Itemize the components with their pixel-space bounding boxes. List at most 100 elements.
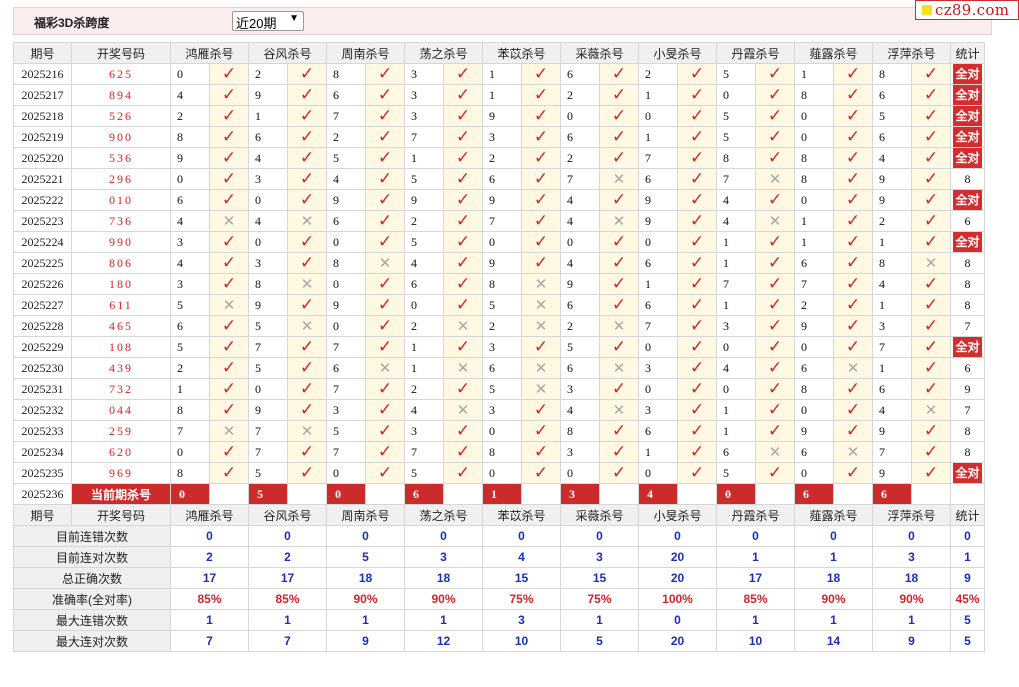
result-cell: ✕ (287, 420, 327, 442)
kill-number: 6 (560, 357, 600, 379)
check-icon: ✓ (377, 106, 393, 126)
check-icon: ✓ (611, 106, 627, 126)
result-cell: ✓ (599, 378, 639, 400)
result-cell: ✓ (599, 294, 639, 316)
kill-number: 4 (560, 399, 600, 421)
stats-value: 1 (716, 546, 795, 568)
kill-number: 5 (404, 168, 444, 190)
result-cell: ✓ (599, 105, 639, 127)
table-row: 2025225 806 4 ✓ 3 ✓ 8 ✕ 4 ✓ 9 ✓ 4 ✓ 6 ✓ 1 ✓ 6 ✓ 8 ✕ 8 (13, 252, 985, 274)
stat-cell: 全对 (950, 231, 985, 253)
stats-value: 5 (560, 630, 639, 652)
result-cell: ✓ (365, 462, 405, 484)
result-cell: ✓ (677, 378, 717, 400)
chevron-down-icon: ▼ (289, 13, 299, 24)
result-cell: ✓ (599, 441, 639, 463)
kill-number: 1 (872, 357, 912, 379)
stats-value: 0 (794, 525, 873, 547)
draw-number: 900 (71, 126, 171, 148)
result-cell: ✓ (677, 294, 717, 316)
stats-row: 总正确次数 17 17 18 18 15 15 20 17 18 18 9 (13, 567, 985, 589)
check-icon: ✓ (689, 421, 705, 441)
stat-cell: 全对 (950, 462, 985, 484)
current-kill-number: 5 (248, 483, 288, 505)
table-row: 2025228 465 6 ✓ 5 ✕ 0 ✓ 2 ✕ 2 ✕ 2 ✕ 7 ✓ 3 ✓ 9 ✓ 3 ✓ 7 (13, 315, 985, 337)
check-icon: ✓ (689, 148, 705, 168)
draw-number: 736 (71, 210, 171, 232)
table-row: 2025222 010 6 ✓ 0 ✓ 9 ✓ 9 ✓ 9 ✓ 4 ✓ 9 ✓ 4 ✓ 0 ✓ 9 ✓ 全对 (13, 189, 985, 211)
result-cell: ✓ (287, 168, 327, 190)
result-cell: ✓ (677, 399, 717, 421)
result-cell: ✓ (755, 147, 795, 169)
result-cell: ✓ (365, 147, 405, 169)
period-number: 2025226 (13, 273, 72, 295)
check-icon: ✓ (845, 400, 861, 420)
cross-icon: ✕ (534, 296, 548, 314)
kill-number: 4 (872, 273, 912, 295)
stats-value: 15 (482, 567, 561, 589)
result-cell: ✓ (365, 441, 405, 463)
check-icon: ✓ (533, 442, 549, 462)
current-period-row: 2025236 当前期杀号 0 5 0 6 1 3 4 0 6 6 (13, 483, 985, 505)
kill-number: 2 (872, 210, 912, 232)
table-row: 2025232 044 8 ✓ 9 ✓ 3 ✓ 4 ✕ 3 ✓ 4 ✕ 3 ✓ 1 ✓ 0 ✓ 4 ✕ 7 (13, 399, 985, 421)
site-logo[interactable]: cz89.com (915, 0, 1019, 20)
all-correct-badge: 全对 (953, 127, 982, 147)
kill-number: 9 (560, 273, 600, 295)
result-cell: ✓ (443, 441, 483, 463)
result-cell: ✕ (521, 357, 561, 379)
kill-number: 8 (482, 441, 522, 463)
result-cell: ✓ (287, 357, 327, 379)
kill-number: 0 (170, 168, 210, 190)
result-cell: ✓ (443, 63, 483, 85)
check-icon: ✓ (221, 358, 237, 378)
check-icon: ✓ (767, 316, 783, 336)
result-cell: ✓ (755, 189, 795, 211)
kill-number: 3 (560, 378, 600, 400)
check-icon: ✓ (299, 106, 315, 126)
stat-cell: 8 (950, 252, 985, 274)
kill-number: 7 (170, 420, 210, 442)
check-icon: ✓ (611, 463, 627, 483)
stats-value: 0 (170, 525, 249, 547)
check-icon: ✓ (923, 85, 939, 105)
result-cell: ✓ (209, 441, 249, 463)
kill-number: 1 (794, 210, 834, 232)
draw-number: 296 (71, 168, 171, 190)
result-cell: ✓ (833, 252, 873, 274)
result-cell: ✓ (209, 336, 249, 358)
kill-number: 4 (248, 210, 288, 232)
check-icon: ✓ (221, 379, 237, 399)
cross-icon: ✕ (456, 401, 470, 419)
check-icon: ✓ (533, 253, 549, 273)
result-cell: ✕ (443, 357, 483, 379)
correct-count: 7 (964, 318, 971, 333)
stat-cell: 8 (950, 273, 985, 295)
kill-number: 6 (794, 357, 834, 379)
kill-number: 2 (404, 210, 444, 232)
result-cell: ✓ (443, 189, 483, 211)
check-icon: ✓ (299, 232, 315, 252)
result-cell: ✓ (287, 252, 327, 274)
column-header: 期号 (13, 42, 72, 64)
result-cell: ✓ (443, 168, 483, 190)
correct-count: 9 (964, 381, 971, 396)
header-row: 期号 开奖号码 鸿雁杀号 谷风杀号 周南杀号 荡之杀号 苯苡杀号 采薇杀号 小旻杀号 丹霞杀号 薤露… (13, 42, 985, 64)
kill-number: 9 (872, 462, 912, 484)
current-empty-cell (755, 483, 795, 505)
check-icon: ✓ (689, 190, 705, 210)
result-cell: ✓ (599, 336, 639, 358)
check-icon: ✓ (377, 85, 393, 105)
column-header: 谷风杀号 (248, 42, 327, 64)
result-cell: ✕ (521, 315, 561, 337)
check-icon: ✓ (533, 463, 549, 483)
cross-icon: ✕ (300, 212, 314, 230)
period-range-select[interactable]: 近20期 ▼ (232, 11, 304, 31)
check-icon: ✓ (455, 442, 471, 462)
stats-value: 18 (326, 567, 405, 589)
result-cell: ✕ (833, 357, 873, 379)
period-number: 2025222 (13, 189, 72, 211)
current-kill-number: 0 (716, 483, 756, 505)
check-icon: ✓ (767, 64, 783, 84)
current-kill-number: 4 (638, 483, 678, 505)
